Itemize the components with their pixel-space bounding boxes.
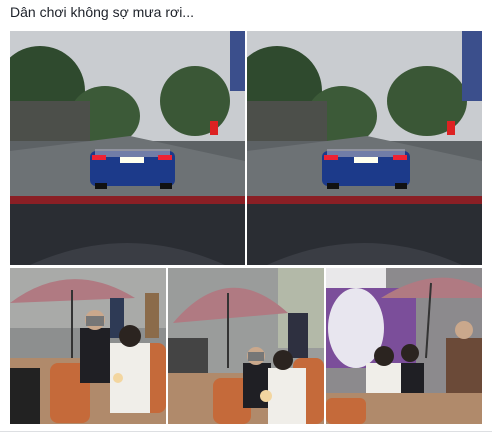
photo-couple-umbrella-right[interactable] <box>326 268 482 424</box>
photo-icon <box>168 268 324 424</box>
photo-icon <box>326 268 482 424</box>
photo-couple-umbrella-middle[interactable] <box>168 268 324 424</box>
photo-icon <box>247 31 482 265</box>
post-caption: Dân chơi không sợ mưa rơi... <box>10 4 194 20</box>
photo-couple-umbrella-left[interactable] <box>10 268 166 424</box>
photo-dashboard-view-right[interactable] <box>247 31 482 265</box>
photo-icon <box>10 268 166 424</box>
photo-dashboard-view-left[interactable] <box>10 31 245 265</box>
photo-icon <box>10 31 245 265</box>
